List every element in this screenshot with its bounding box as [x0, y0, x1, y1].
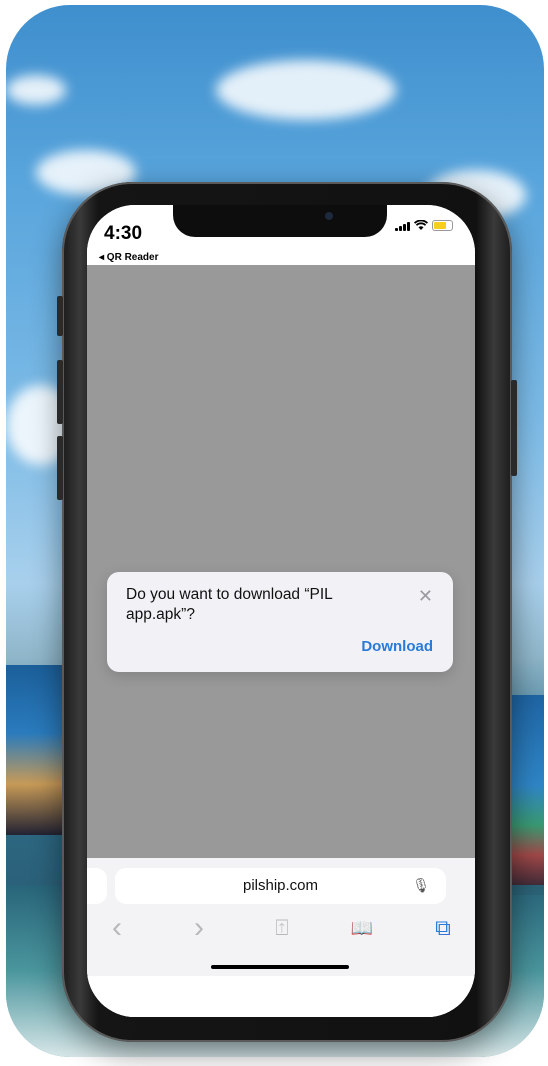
back-icon[interactable]: ‹: [102, 913, 132, 943]
phone-screen: 4:30 ◂ QR Reader Do you want to download…: [87, 205, 475, 1017]
page-content-dimmed: Do you want to download “PIL app.apk”? ✕…: [87, 265, 475, 858]
volume-up-button: [57, 360, 63, 424]
microphone-icon[interactable]: 🎙: [412, 877, 430, 894]
bookmarks-icon[interactable]: 📖: [347, 914, 377, 942]
previous-tab-url-bar[interactable]: [87, 868, 107, 904]
share-icon[interactable]: ⍐: [267, 914, 297, 942]
forward-icon[interactable]: ›: [184, 913, 214, 943]
status-time: 4:30: [104, 223, 143, 244]
download-button[interactable]: Download: [361, 638, 433, 655]
dialog-message: Do you want to download “PIL app.apk”?: [126, 586, 333, 623]
status-icons: [395, 220, 453, 231]
home-indicator: [211, 965, 349, 969]
toolbar: ‹ › ⍐ 📖 ⧉: [87, 913, 475, 946]
address-bar[interactable]: pilship.com 🎙: [115, 868, 446, 904]
url-text: pilship.com: [242, 877, 319, 894]
browser-bottom-bar: pilship.com 🎙 ‹ › ⍐ 📖 ⧉: [87, 858, 475, 1017]
tabs-icon[interactable]: ⧉: [428, 914, 458, 942]
download-dialog: Do you want to download “PIL app.apk”? ✕…: [107, 572, 453, 672]
camera-icon: [325, 212, 333, 220]
signal-icon: [395, 221, 410, 231]
status-bar: 4:30 ◂ QR Reader: [87, 205, 475, 265]
close-icon[interactable]: ✕: [418, 586, 433, 607]
volume-down-button: [57, 436, 63, 500]
bottom-safe-area: [87, 976, 475, 1017]
battery-icon: [432, 220, 453, 231]
notch: [173, 205, 387, 237]
power-button: [511, 380, 517, 476]
back-to-app-link[interactable]: ◂ QR Reader: [99, 252, 158, 263]
side-button: [57, 296, 63, 336]
wifi-icon: [414, 220, 428, 230]
